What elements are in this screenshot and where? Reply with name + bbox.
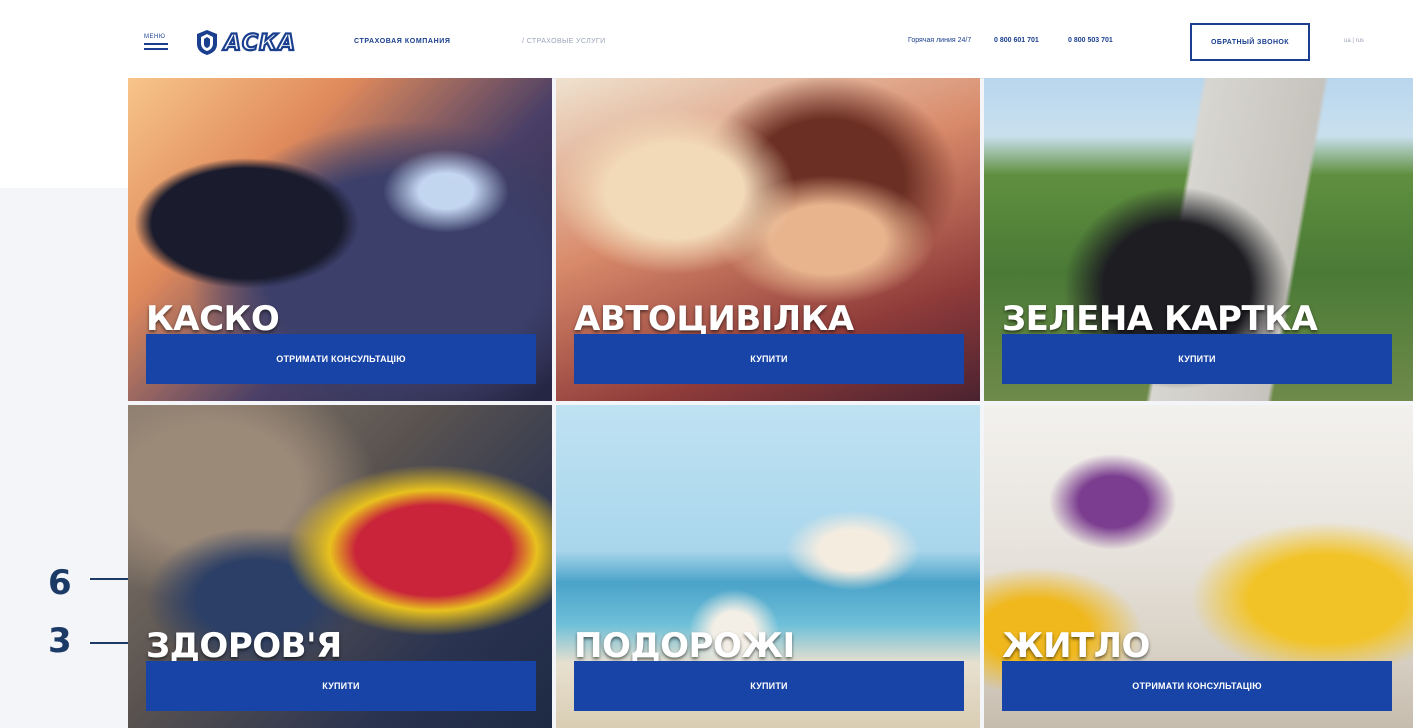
phone-link-1[interactable]: 0 800 601 701: [994, 37, 1039, 44]
callback-button[interactable]: ОБРАТНЫЙ ЗВОНОК: [1190, 23, 1310, 61]
tile-podorozhi: ПОДОРОЖІ КУПИТИ: [556, 405, 980, 728]
get-consultation-button[interactable]: ОТРИМАТИ КОНСУЛЬТАЦІЮ: [146, 334, 536, 384]
buy-button[interactable]: КУПИТИ: [1002, 334, 1392, 384]
tile-title: АВТОЦИВІЛКА: [574, 299, 854, 339]
tile-title: ЗДОРОВ'Я: [146, 626, 342, 666]
buy-button[interactable]: КУПИТИ: [574, 334, 964, 384]
tile-zelena-kartka: ЗЕЛЕНА КАРТКА КУПИТИ: [984, 78, 1413, 401]
menu-button[interactable]: МЕНЮ: [144, 34, 168, 50]
tile-title: КАСКО: [146, 299, 280, 339]
tile-avtotsyvilka: АВТОЦИВІЛКА КУПИТИ: [556, 78, 980, 401]
tile-title: ПОДОРОЖІ: [574, 626, 795, 666]
menu-label: МЕНЮ: [144, 34, 166, 40]
left-white-panel: [0, 0, 128, 188]
site-header: МЕНЮ АСКА СТРАХОВАЯ КОМПАНИЯ / СТРАХОВЫЕ…: [128, 0, 1413, 79]
hamburger-icon-bar: [144, 48, 168, 50]
buy-button[interactable]: КУПИТИ: [146, 661, 536, 711]
language-switcher[interactable]: ua | rus: [1344, 38, 1364, 44]
buy-button[interactable]: КУПИТИ: [574, 661, 964, 711]
callout-number-3: 3: [48, 621, 72, 661]
get-consultation-button[interactable]: ОТРИМАТИ КОНСУЛЬТАЦІЮ: [1002, 661, 1392, 711]
aska-logo[interactable]: АСКА: [194, 28, 334, 56]
tile-title: ЖИТЛО: [1002, 626, 1150, 666]
logo-text: АСКА: [222, 31, 296, 56]
company-name: СТРАХОВАЯ КОМПАНИЯ: [354, 38, 451, 45]
tile-zhytlo: ЖИТЛО ОТРИМАТИ КОНСУЛЬТАЦІЮ: [984, 405, 1413, 728]
hamburger-icon: [144, 43, 168, 45]
callout-number-6: 6: [48, 563, 72, 603]
breadcrumb[interactable]: / СТРАХОВЫЕ УСЛУГИ: [522, 38, 606, 45]
tile-title: ЗЕЛЕНА КАРТКА: [1002, 299, 1318, 339]
phone-link-2[interactable]: 0 800 503 701: [1068, 37, 1113, 44]
tile-kasko: КАСКО ОТРИМАТИ КОНСУЛЬТАЦІЮ: [128, 78, 552, 401]
tile-zdorovya: ЗДОРОВ'Я КУПИТИ: [128, 405, 552, 728]
crest-icon: [197, 30, 217, 55]
hotline-label: Горячая линия 24/7: [908, 37, 972, 44]
